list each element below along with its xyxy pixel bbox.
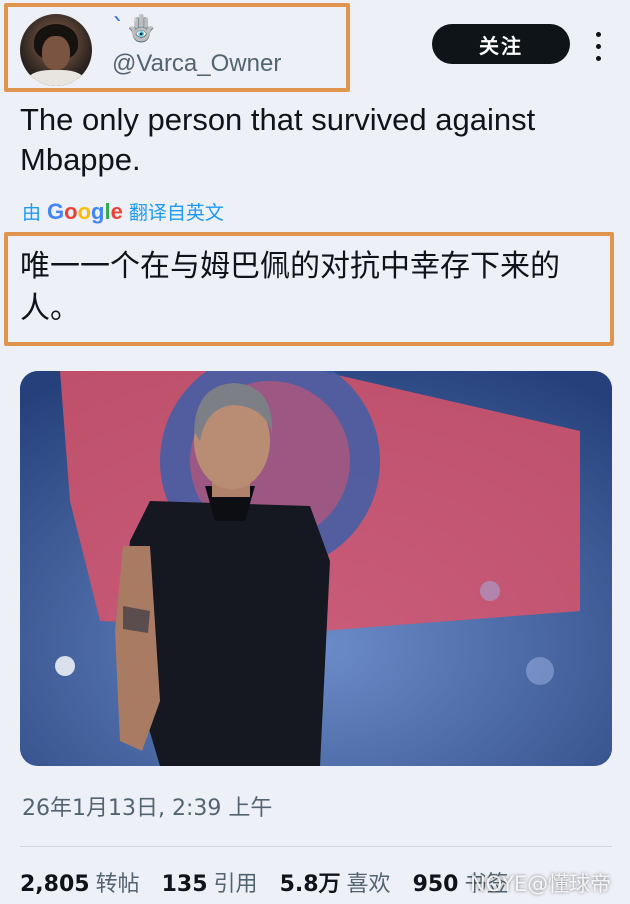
divider [20,846,612,847]
highlight-box-translation [4,232,614,346]
translation-attribution[interactable]: 由 Google 翻译自英文 [22,198,224,225]
watermark: NOYE@懂球帝 [470,872,612,896]
tweet-text: The only person that survived against Mb… [20,102,536,177]
stat-likes[interactable]: 5.8万 喜欢 [280,866,391,898]
stat-reposts[interactable]: 2,805 转帖 [20,866,140,898]
translation-prefix: 由 [22,202,42,224]
highlight-box-author [4,3,350,92]
stat-quotes[interactable]: 135 引用 [162,866,258,898]
tweet-photo[interactable] [20,371,612,766]
photo-illustration [20,371,612,766]
engagement-stats: 2,805 转帖 135 引用 5.8万 喜欢 950 书签 [20,866,509,898]
follow-button[interactable]: 关注 [432,24,570,64]
google-logo: Google [47,198,123,224]
more-options-icon[interactable] [588,28,608,64]
tweet-timestamp[interactable]: 26年1月13日, 2:39 上午 [22,790,272,822]
translation-suffix: 翻译自英文 [128,202,224,224]
